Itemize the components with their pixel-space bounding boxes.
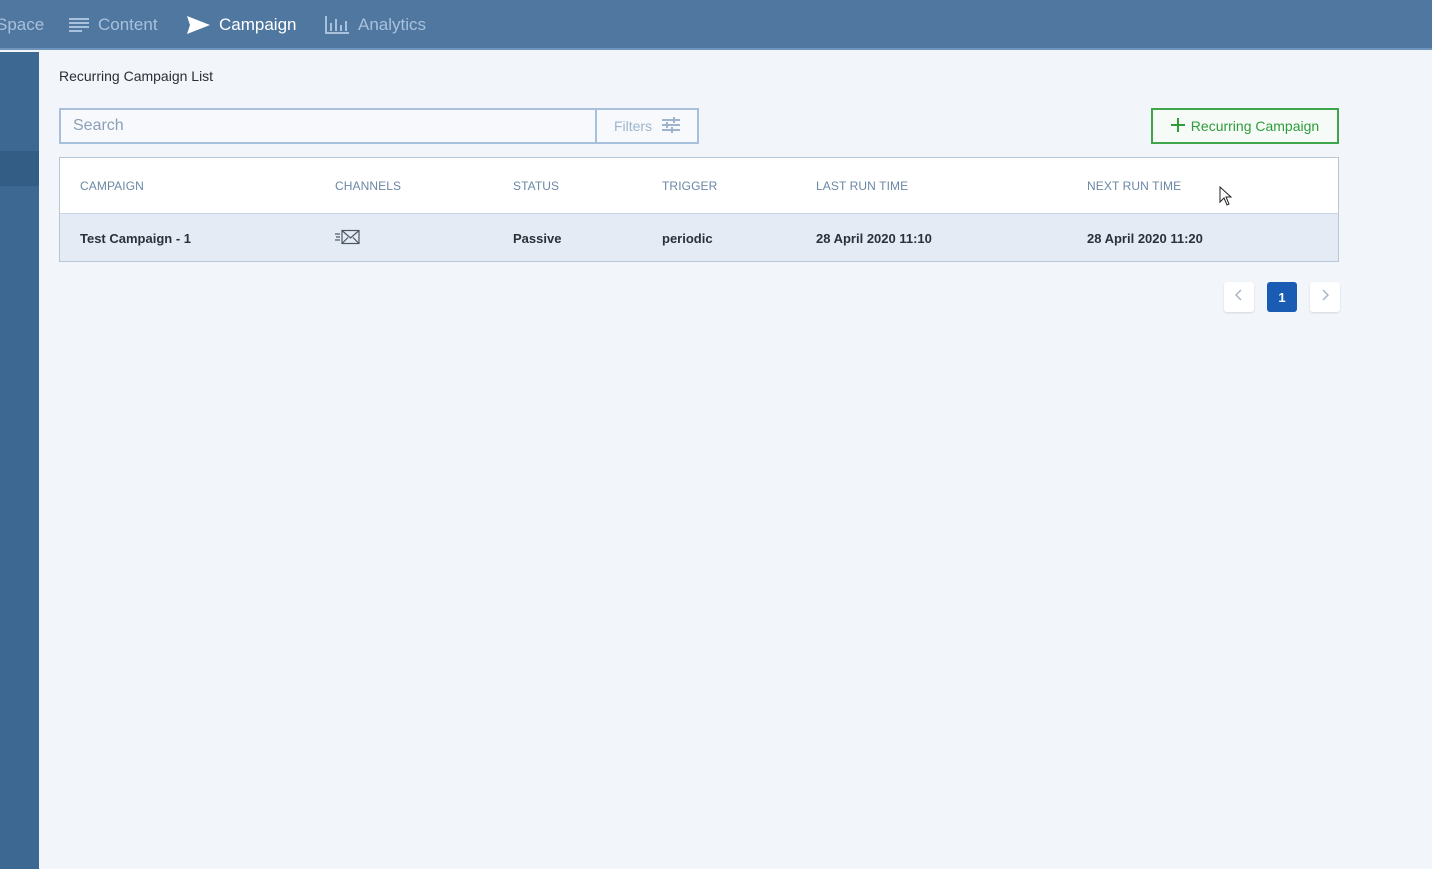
campaign-table: CAMPAIGN CHANNELS STATUS TRIGGER LAST RU… bbox=[59, 157, 1339, 262]
nav-item-content[interactable]: Content bbox=[69, 0, 158, 50]
cell-campaign-name[interactable]: Test Campaign - 1 bbox=[80, 231, 191, 246]
search-box bbox=[59, 108, 597, 144]
add-button-label: Recurring Campaign bbox=[1190, 118, 1320, 134]
bar-chart-icon bbox=[325, 16, 349, 34]
nav-item-analytics[interactable]: Analytics bbox=[325, 0, 426, 50]
next-page-button[interactable] bbox=[1310, 282, 1340, 312]
top-nav-bar: Space Content Campaign Analytics bbox=[0, 0, 1432, 50]
cell-next-run-time: 28 April 2020 11:20 bbox=[1087, 231, 1203, 246]
nav-item-space[interactable]: Space bbox=[0, 0, 44, 50]
table-header: CAMPAIGN CHANNELS STATUS TRIGGER LAST RU… bbox=[60, 158, 1338, 214]
column-header-trigger[interactable]: TRIGGER bbox=[662, 179, 717, 193]
search-input[interactable] bbox=[61, 110, 597, 142]
prev-page-button[interactable] bbox=[1224, 282, 1254, 312]
sliders-icon bbox=[662, 116, 681, 136]
cell-status: Passive bbox=[513, 231, 562, 246]
column-header-campaign[interactable]: CAMPAIGN bbox=[80, 179, 144, 193]
column-header-last-run-time[interactable]: LAST RUN TIME bbox=[816, 179, 908, 193]
nav-item-label: Campaign bbox=[219, 15, 297, 34]
sidebar-item-active[interactable] bbox=[0, 151, 39, 186]
column-header-next-run-time[interactable]: NEXT RUN TIME bbox=[1087, 179, 1181, 193]
filters-button[interactable]: Filters bbox=[595, 108, 699, 144]
nav-item-label: Content bbox=[98, 15, 158, 34]
chevron-left-icon bbox=[1234, 288, 1243, 306]
nav-item-label: Space bbox=[0, 15, 45, 34]
column-header-status[interactable]: STATUS bbox=[513, 179, 559, 193]
nav-item-campaign[interactable]: Campaign bbox=[187, 0, 297, 50]
paper-plane-icon bbox=[187, 16, 210, 34]
column-header-channels[interactable]: CHANNELS bbox=[335, 179, 401, 193]
mouse-cursor-icon bbox=[1219, 185, 1233, 211]
cell-last-run-time: 28 April 2020 11:10 bbox=[816, 231, 932, 246]
plus-icon bbox=[1170, 117, 1185, 135]
add-recurring-campaign-button[interactable]: Recurring Campaign bbox=[1151, 108, 1339, 144]
cell-trigger: periodic bbox=[662, 231, 713, 246]
content-lines-icon bbox=[69, 17, 89, 33]
nav-item-label: Analytics bbox=[358, 15, 427, 34]
page-title: Recurring Campaign List bbox=[59, 68, 214, 84]
filters-label: Filters bbox=[613, 118, 653, 134]
page-button-current[interactable]: 1 bbox=[1267, 282, 1297, 312]
chevron-right-icon bbox=[1321, 288, 1330, 306]
email-icon bbox=[335, 229, 361, 250]
table-row[interactable]: Test Campaign - 1 Passive periodic 28 Ap… bbox=[60, 214, 1338, 261]
